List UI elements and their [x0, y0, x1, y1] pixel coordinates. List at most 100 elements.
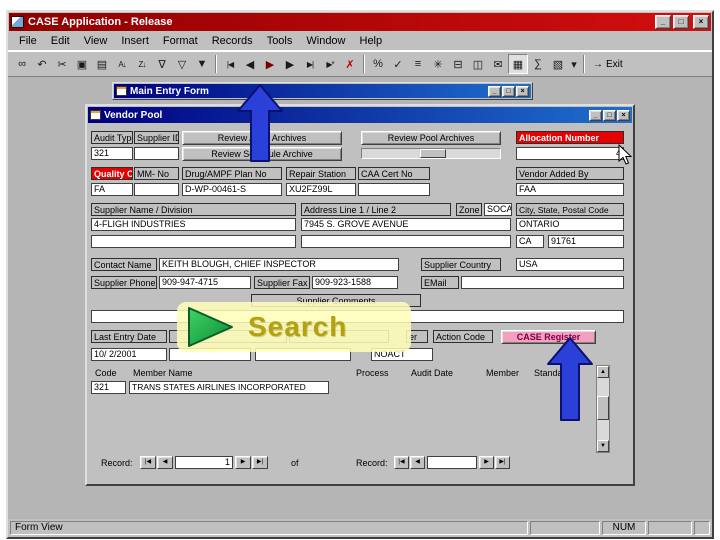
percent-icon[interactable]: % [368, 54, 388, 74]
audit-type-field[interactable]: 321 [91, 147, 133, 160]
sort-ascending-icon[interactable]: A↓ [112, 54, 132, 74]
main-entry-form-titlebar: Main Entry Form _ □ × [114, 84, 531, 98]
first-record-icon[interactable]: |◀ [220, 54, 240, 74]
menu-format[interactable]: Format [156, 33, 205, 49]
spelling-icon[interactable]: ✓ [388, 54, 408, 74]
sort-descending-icon[interactable]: Z↓ [132, 54, 152, 74]
last-record-button[interactable]: ▶| [495, 456, 510, 469]
quality-cd-field[interactable]: FA [91, 183, 133, 196]
supplier-phone-field[interactable]: 909-947-4715 [159, 276, 251, 289]
filter-by-form-icon[interactable]: ▽ [172, 54, 192, 74]
form-icon [116, 86, 127, 96]
paste-icon[interactable]: ▤ [92, 54, 112, 74]
previous-record-button[interactable]: ◀ [157, 456, 173, 469]
undo-icon[interactable]: ↶ [32, 54, 52, 74]
scroll-up-icon[interactable]: ▲ [597, 366, 609, 378]
supplier-id-field[interactable] [134, 147, 179, 160]
supplier-country-field[interactable]: USA [516, 258, 624, 271]
build-icon[interactable]: ✳ [428, 54, 448, 74]
mouse-cursor-icon [618, 143, 634, 171]
state-field[interactable]: CA [516, 235, 544, 248]
scroll-down-icon[interactable]: ▼ [597, 440, 609, 452]
supplier-name-field[interactable]: 4-FLIGH INDUSTRIES [91, 218, 296, 231]
form-icon [90, 110, 101, 120]
filter-by-selection-icon[interactable]: ∇ [152, 54, 172, 74]
audit-table-header-audit-date: Audit Date [411, 368, 454, 378]
maximize-button[interactable]: □ [603, 109, 616, 121]
email-field[interactable] [461, 276, 624, 289]
play-icon[interactable]: ▶ [260, 54, 280, 74]
city-field[interactable]: ONTARIO [516, 218, 624, 231]
new-object-dropdown-icon[interactable]: ▾ [568, 54, 580, 74]
last-record-icon[interactable]: ▶| [300, 54, 320, 74]
member-row-name[interactable]: TRANS STATES AIRLINES INCORPORATED [129, 381, 329, 394]
allocation-slider-thumb[interactable] [420, 149, 446, 158]
status-panel [530, 521, 600, 535]
properties-icon[interactable]: ≡ [408, 54, 428, 74]
caa-cert-no-field[interactable] [358, 183, 430, 196]
contact-name-field[interactable]: KEITH BLOUGH, CHIEF INSPECTOR [159, 258, 399, 271]
vendor-added-by-field[interactable]: FAA [516, 183, 624, 196]
menu-window[interactable]: Window [299, 33, 352, 49]
record-nav-label: Record: [356, 458, 388, 468]
copy-icon[interactable]: ▣ [72, 54, 92, 74]
allocation-number-field[interactable]: 4 [516, 147, 624, 160]
restore-button[interactable]: □ [502, 85, 515, 97]
mail-icon[interactable]: ✉ [488, 54, 508, 74]
menu-help[interactable]: Help [353, 33, 390, 49]
first-record-button[interactable]: |◀ [394, 456, 409, 469]
menu-view[interactable]: View [77, 33, 115, 49]
minimize-button[interactable]: _ [589, 109, 602, 121]
audit-table-scrollbar[interactable]: ▲ ▼ [596, 365, 610, 453]
minimize-button[interactable]: _ [488, 85, 501, 97]
scrollbar-thumb[interactable] [597, 396, 609, 420]
record-number-field[interactable]: 1 [175, 456, 233, 469]
print-icon[interactable]: ⊟ [448, 54, 468, 74]
print-preview-icon[interactable]: ◫ [468, 54, 488, 74]
address-line2-field[interactable] [301, 235, 511, 248]
vendor-pool-titlebar[interactable]: Vendor Pool _ □ × [88, 107, 632, 123]
next-record-icon[interactable]: ▶ [280, 54, 300, 74]
main-entry-form-window[interactable]: Main Entry Form _ □ × [112, 82, 533, 100]
cut-icon[interactable]: ✂ [52, 54, 72, 74]
zone-field[interactable]: SOCA [484, 203, 512, 216]
repair-station-field[interactable]: XU2FZ99L [286, 183, 356, 196]
find-icon[interactable]: ∞ [12, 54, 32, 74]
next-record-button[interactable]: ▶ [235, 456, 251, 469]
member-row-code[interactable]: 321 [91, 381, 126, 394]
mm-no-field[interactable] [134, 183, 179, 196]
minimize-button[interactable]: _ [655, 15, 671, 29]
supplier-fax-field[interactable]: 909-923-1588 [312, 276, 398, 289]
previous-record-icon[interactable]: ◀ [240, 54, 260, 74]
address-line1-field[interactable]: 7945 S. GROVE AVENUE [301, 218, 511, 231]
postal-code-field[interactable]: 91761 [548, 235, 624, 248]
last-entry-date-field[interactable]: 10/ 2/2001 [91, 348, 167, 361]
next-record-button[interactable]: ▶ [479, 456, 494, 469]
close-button[interactable]: × [693, 15, 709, 29]
menu-file[interactable]: File [12, 33, 44, 49]
database-window-icon[interactable]: ▦ [508, 54, 528, 74]
apply-filter-icon[interactable]: ▼ [192, 54, 212, 74]
new-record-icon[interactable]: ▶* [320, 54, 340, 74]
previous-record-button[interactable]: ◀ [410, 456, 425, 469]
audit-table-header-process: Process [356, 368, 389, 378]
delete-record-icon[interactable]: ✗ [340, 54, 360, 74]
last-record-button[interactable]: ▶| [252, 456, 268, 469]
menu-insert[interactable]: Insert [114, 33, 156, 49]
record-number-field[interactable] [427, 456, 477, 469]
close-button[interactable]: × [617, 109, 630, 121]
new-object-icon[interactable]: ▧ [548, 54, 568, 74]
zone-label: Zone [456, 203, 482, 216]
first-record-button[interactable]: |◀ [140, 456, 156, 469]
allocation-slider[interactable] [361, 148, 501, 159]
close-button[interactable]: × [516, 85, 529, 97]
exit-button[interactable]: → Exit [588, 54, 628, 74]
menu-edit[interactable]: Edit [44, 33, 77, 49]
review-pool-archives-button[interactable]: Review Pool Archives [361, 131, 501, 145]
menu-records[interactable]: Records [205, 33, 260, 49]
supplier-division-field[interactable] [91, 235, 296, 248]
maximize-button[interactable]: □ [673, 15, 689, 29]
analyze-icon[interactable]: ∑ [528, 54, 548, 74]
drug-ampf-plan-field[interactable]: D-WP-00461-S [182, 183, 282, 196]
menu-tools[interactable]: Tools [260, 33, 300, 49]
